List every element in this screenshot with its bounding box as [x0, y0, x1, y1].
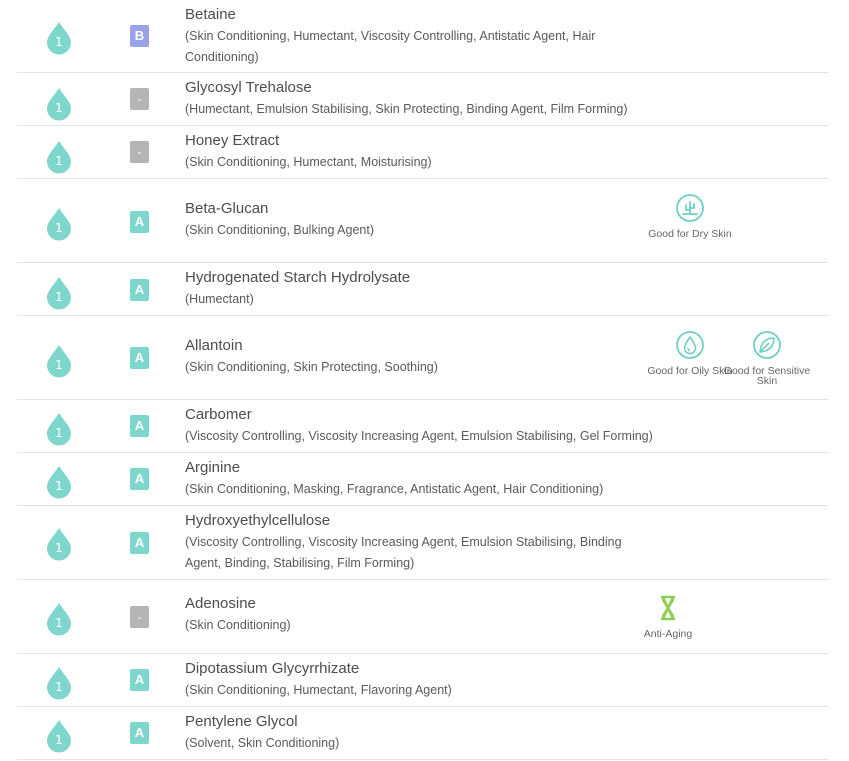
- ingredient-row[interactable]: 1 A Hydroxyethylcellulose (Viscosity Contro…: [17, 506, 828, 580]
- ingredient-info: Allantoin (Skin Conditioning, Skin Protec…: [185, 336, 655, 378]
- ewg-grade-badge: A: [130, 279, 149, 301]
- skin-benefit-tag: Good for Dry Skin: [645, 193, 735, 239]
- ingredient-functions: (Humectant, Emulsion Stabilising, Skin P…: [185, 102, 628, 116]
- ingredient-name[interactable]: Adenosine: [185, 594, 655, 614]
- ingredient-name[interactable]: Dipotassium Glycyrrhizate: [185, 659, 655, 679]
- skin-benefit-label: Anti-Aging: [643, 628, 693, 640]
- ewg-grade-badge: A: [130, 532, 149, 554]
- safety-score-drop-icon: 1: [45, 344, 73, 378]
- safety-score-value: 1: [55, 680, 63, 694]
- ewg-grade-badge: A: [130, 211, 149, 233]
- safety-score-value: 1: [55, 616, 63, 630]
- ingredient-info: Carbomer (Viscosity Controlling, Viscosit…: [185, 405, 655, 447]
- safety-score-drop-icon: 1: [45, 21, 73, 55]
- ewg-grade-badge: A: [130, 722, 149, 744]
- hourglass-icon: [623, 593, 713, 623]
- skin-benefit-tag: Good for Sensitive Skin: [722, 330, 812, 386]
- ewg-grade-badge: A: [130, 347, 149, 369]
- ingredient-name[interactable]: Pentylene Glycol: [185, 712, 655, 732]
- safety-score-value: 1: [55, 733, 63, 747]
- safety-score-drop-icon: 1: [45, 719, 73, 753]
- ingredient-row[interactable]: 1 B Betaine (Skin Conditioning, Humectant, …: [17, 0, 828, 73]
- safety-score-value: 1: [55, 101, 63, 115]
- safety-score-value: 1: [55, 35, 63, 49]
- safety-score-drop-icon: 1: [45, 412, 73, 446]
- safety-score-value: 1: [55, 479, 63, 493]
- ingredient-name[interactable]: Beta-Glucan: [185, 199, 655, 219]
- ingredient-functions: (Humectant): [185, 292, 254, 306]
- ingredient-name[interactable]: Carbomer: [185, 405, 655, 425]
- ingredient-info: Honey Extract (Skin Conditioning, Humecta…: [185, 131, 655, 173]
- ingredient-list: 1 B Betaine (Skin Conditioning, Humectant, …: [0, 0, 849, 761]
- ingredient-row[interactable]: 1 A Pentylene Glycol (Solvent, Skin Conditi…: [17, 707, 828, 760]
- ingredient-functions: (Skin Conditioning, Bulking Agent): [185, 223, 375, 237]
- ingredient-name[interactable]: Allantoin: [185, 336, 655, 356]
- ingredient-name[interactable]: Honey Extract: [185, 131, 655, 151]
- safety-score-drop-icon: 1: [45, 602, 73, 636]
- ingredient-row[interactable]: 1 A Allantoin (Skin Conditioning, Skin Prot…: [17, 316, 828, 400]
- skin-benefit-label: Good for Dry Skin: [648, 228, 732, 240]
- ewg-grade-badge: -: [130, 141, 149, 163]
- ingredient-info: Hydrogenated Starch Hydrolysate (Humectan…: [185, 268, 655, 310]
- ingredient-info: Hydroxyethylcellulose (Viscosity Controll…: [185, 511, 655, 574]
- ingredient-name[interactable]: Hydroxyethylcellulose: [185, 511, 655, 531]
- safety-score-drop-icon: 1: [45, 465, 73, 499]
- ingredient-name[interactable]: Glycosyl Trehalose: [185, 78, 655, 98]
- ingredient-functions: (Skin Conditioning, Humectant, Moisturis…: [185, 155, 432, 169]
- ewg-grade-badge: -: [130, 606, 149, 628]
- safety-score-value: 1: [55, 358, 63, 372]
- ewg-grade-badge: -: [130, 88, 149, 110]
- ingredient-info: Dipotassium Glycyrrhizate (Skin Condition…: [185, 659, 655, 701]
- safety-score-drop-icon: 1: [45, 527, 73, 561]
- ingredient-functions: (Skin Conditioning, Humectant, Flavoring…: [185, 683, 452, 697]
- ingredient-name[interactable]: Hydrogenated Starch Hydrolysate: [185, 268, 655, 288]
- safety-score-drop-icon: 1: [45, 140, 73, 174]
- ingredient-row[interactable]: 1 - Honey Extract (Skin Conditioning, Humec…: [17, 126, 828, 179]
- ingredient-row[interactable]: 1 A Carbomer (Viscosity Controlling, Viscos…: [17, 400, 828, 453]
- ingredient-functions: (Skin Conditioning, Skin Protecting, Soo…: [185, 360, 438, 374]
- leaf-icon: [722, 330, 812, 360]
- ewg-grade-badge: A: [130, 669, 149, 691]
- skin-benefit-tag: Anti-Aging: [623, 593, 713, 639]
- ingredient-row[interactable]: 1 A Beta-Glucan (Skin Conditioning, Bulking…: [17, 179, 828, 263]
- ingredient-row[interactable]: 1 - Adenosine (Skin Conditioning) Anti-Aging: [17, 580, 828, 654]
- ingredient-functions: (Skin Conditioning): [185, 618, 291, 632]
- safety-score-drop-icon: 1: [45, 666, 73, 700]
- ewg-grade-badge: B: [130, 25, 149, 47]
- ingredient-row[interactable]: 1 A Hydrogenated Starch Hydrolysate (Humect…: [17, 263, 828, 316]
- skin-benefit-label: Good for Sensitive Skin: [723, 365, 811, 387]
- ewg-grade-badge: A: [130, 468, 149, 490]
- safety-score-value: 1: [55, 221, 63, 235]
- ingredient-functions: (Viscosity Controlling, Viscosity Increa…: [185, 535, 622, 570]
- ingredient-info: Betaine (Skin Conditioning, Humectant, Vi…: [185, 5, 655, 68]
- safety-score-value: 1: [55, 154, 63, 168]
- ingredient-row[interactable]: 1 A Dipotassium Glycyrrhizate (Skin Conditi…: [17, 654, 828, 707]
- ingredient-functions: (Skin Conditioning, Humectant, Viscosity…: [185, 29, 596, 64]
- safety-score-value: 1: [55, 541, 63, 555]
- safety-score-drop-icon: 1: [45, 276, 73, 310]
- cactus-icon: [645, 193, 735, 223]
- safety-score-drop-icon: 1: [45, 207, 73, 241]
- ingredient-info: Arginine (Skin Conditioning, Masking, Fra…: [185, 458, 655, 500]
- ingredient-info: Pentylene Glycol (Solvent, Skin Condition…: [185, 712, 655, 754]
- ingredient-functions: (Solvent, Skin Conditioning): [185, 736, 340, 750]
- safety-score-drop-icon: 1: [45, 87, 73, 121]
- ingredient-row[interactable]: 1 A Arginine (Skin Conditioning, Masking, F…: [17, 453, 828, 506]
- ingredient-functions: (Viscosity Controlling, Viscosity Increa…: [185, 429, 653, 443]
- ingredient-name[interactable]: Betaine: [185, 5, 655, 25]
- ingredient-info: Adenosine (Skin Conditioning): [185, 594, 655, 636]
- ingredient-info: Glycosyl Trehalose (Humectant, Emulsion S…: [185, 78, 655, 120]
- ingredient-info: Beta-Glucan (Skin Conditioning, Bulking A…: [185, 199, 655, 241]
- safety-score-value: 1: [55, 290, 63, 304]
- ingredient-row[interactable]: 1 - Glycosyl Trehalose (Humectant, Emulsion…: [17, 73, 828, 126]
- ewg-grade-badge: A: [130, 415, 149, 437]
- ingredient-name[interactable]: Arginine: [185, 458, 655, 478]
- ingredient-functions: (Skin Conditioning, Masking, Fragrance, …: [185, 482, 604, 496]
- safety-score-value: 1: [55, 426, 63, 440]
